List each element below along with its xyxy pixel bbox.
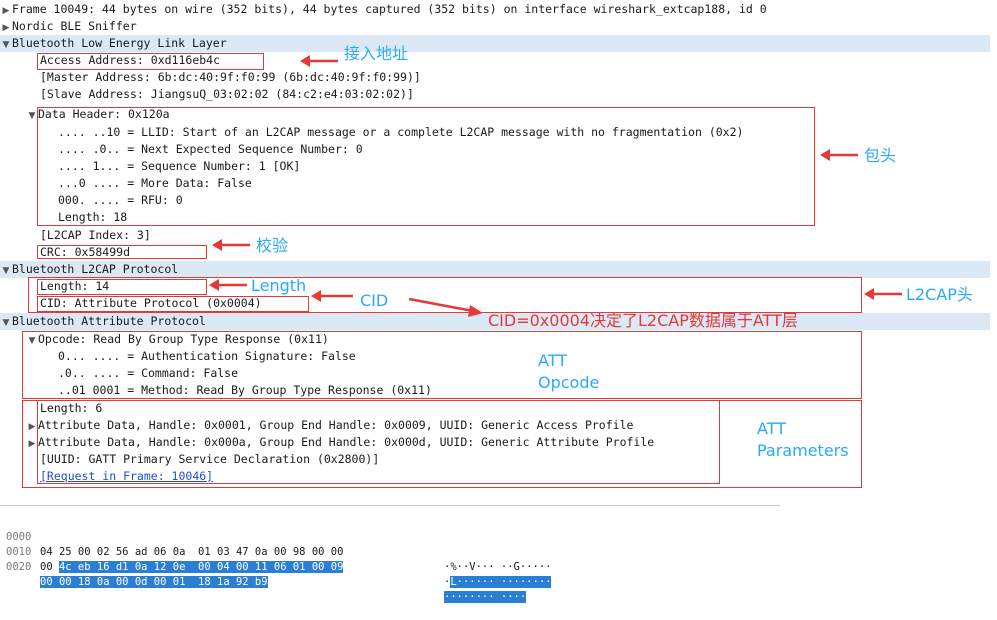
hex-row[interactable]: 0020 00 00 18 0a 00 0d 00 01 18 1a 92 b9… xyxy=(0,545,527,603)
annotation-header: 包头 xyxy=(864,146,897,165)
att-length-row[interactable]: Length: 6 xyxy=(0,400,997,417)
access-address-row[interactable]: Access Address: 0xd116eb4c xyxy=(0,52,997,69)
arrow-icon xyxy=(311,290,353,302)
data-header-row[interactable]: ▼ Data Header: 0x120a xyxy=(0,106,997,123)
md-row[interactable]: ...0 .... = More Data: False xyxy=(0,175,997,192)
command-row[interactable]: .0.. .... = Command: False xyxy=(0,365,997,382)
request-in-frame-row[interactable]: [Request in Frame: 10046] xyxy=(0,468,997,485)
request-in-frame-link[interactable]: [Request in Frame: 10046] xyxy=(40,469,213,483)
annotation-access-address: 接入地址 xyxy=(344,44,409,63)
pane-divider[interactable] xyxy=(0,505,780,506)
auth-sig-row[interactable]: 0... .... = Authentication Signature: Fa… xyxy=(0,348,997,365)
frame-row[interactable]: ▶ Frame 10049: 44 bytes on wire (352 bits… xyxy=(0,1,990,18)
method-row[interactable]: ..01 0001 = Method: Read By Group Type R… xyxy=(0,382,997,399)
annotation-att-opcode: ATT Opcode xyxy=(538,351,600,392)
arrow-icon xyxy=(820,149,858,161)
l2cap-index-row[interactable]: [L2CAP Index: 3] xyxy=(0,227,997,244)
l2cap-row[interactable]: ▼ Bluetooth L2CAP Protocol xyxy=(0,261,990,278)
hex-row[interactable]: 0010 00 4c eb 16 d1 0a 12 0e 00 04 00 11… xyxy=(0,530,552,588)
llid-row[interactable]: .... ..10 = LLID: Start of an L2CAP mess… xyxy=(0,124,997,141)
annotation-cid: CID xyxy=(360,291,389,310)
arrow-icon xyxy=(864,288,902,300)
crc-row[interactable]: CRC: 0x58499d xyxy=(0,244,997,261)
master-address-row[interactable]: [Master Address: 6b:dc:40:9f:f0:99 (6b:d… xyxy=(0,69,997,86)
arrow-icon xyxy=(212,239,250,251)
slave-address-row[interactable]: [Slave Address: JiangsuQ_03:02:02 (84:c2… xyxy=(0,86,997,103)
annotation-l2cap-head: L2CAP头 xyxy=(906,285,973,304)
collapse-arrow-icon[interactable]: ▼ xyxy=(26,108,38,125)
arrow-icon xyxy=(408,297,483,317)
annotation-crc: 校验 xyxy=(256,236,289,255)
btle-row[interactable]: ▼ Bluetooth Low Energy Link Layer xyxy=(0,35,990,52)
collapse-arrow-icon[interactable]: ▼ xyxy=(0,315,12,332)
annotation-att-params: ATT Parameters xyxy=(757,419,849,460)
arrow-icon xyxy=(209,279,247,291)
l2cap-length-row[interactable]: Length: 14 xyxy=(0,278,997,295)
hex-row[interactable]: 0000 04 25 00 02 56 ad 06 0a 01 03 47 0a… xyxy=(0,515,551,573)
header-length-row[interactable]: Length: 18 xyxy=(0,209,997,226)
cid-row[interactable]: CID: Attribute Protocol (0x0004) xyxy=(0,295,997,312)
hex-dump-pane: 0000 04 25 00 02 56 ad 06 0a 01 03 47 0a… xyxy=(0,512,997,603)
annotation-cid-note: CID=0x0004决定了L2CAP数据属于ATT层 xyxy=(488,311,798,330)
opcode-row[interactable]: ▼ Opcode: Read By Group Type Response (0x… xyxy=(0,331,997,348)
annotation-length: Length xyxy=(251,276,307,295)
rfu-row[interactable]: 000. .... = RFU: 0 xyxy=(0,192,997,209)
arrow-icon xyxy=(300,55,338,67)
nordic-row[interactable]: ▶ Nordic BLE Sniffer xyxy=(0,18,990,35)
